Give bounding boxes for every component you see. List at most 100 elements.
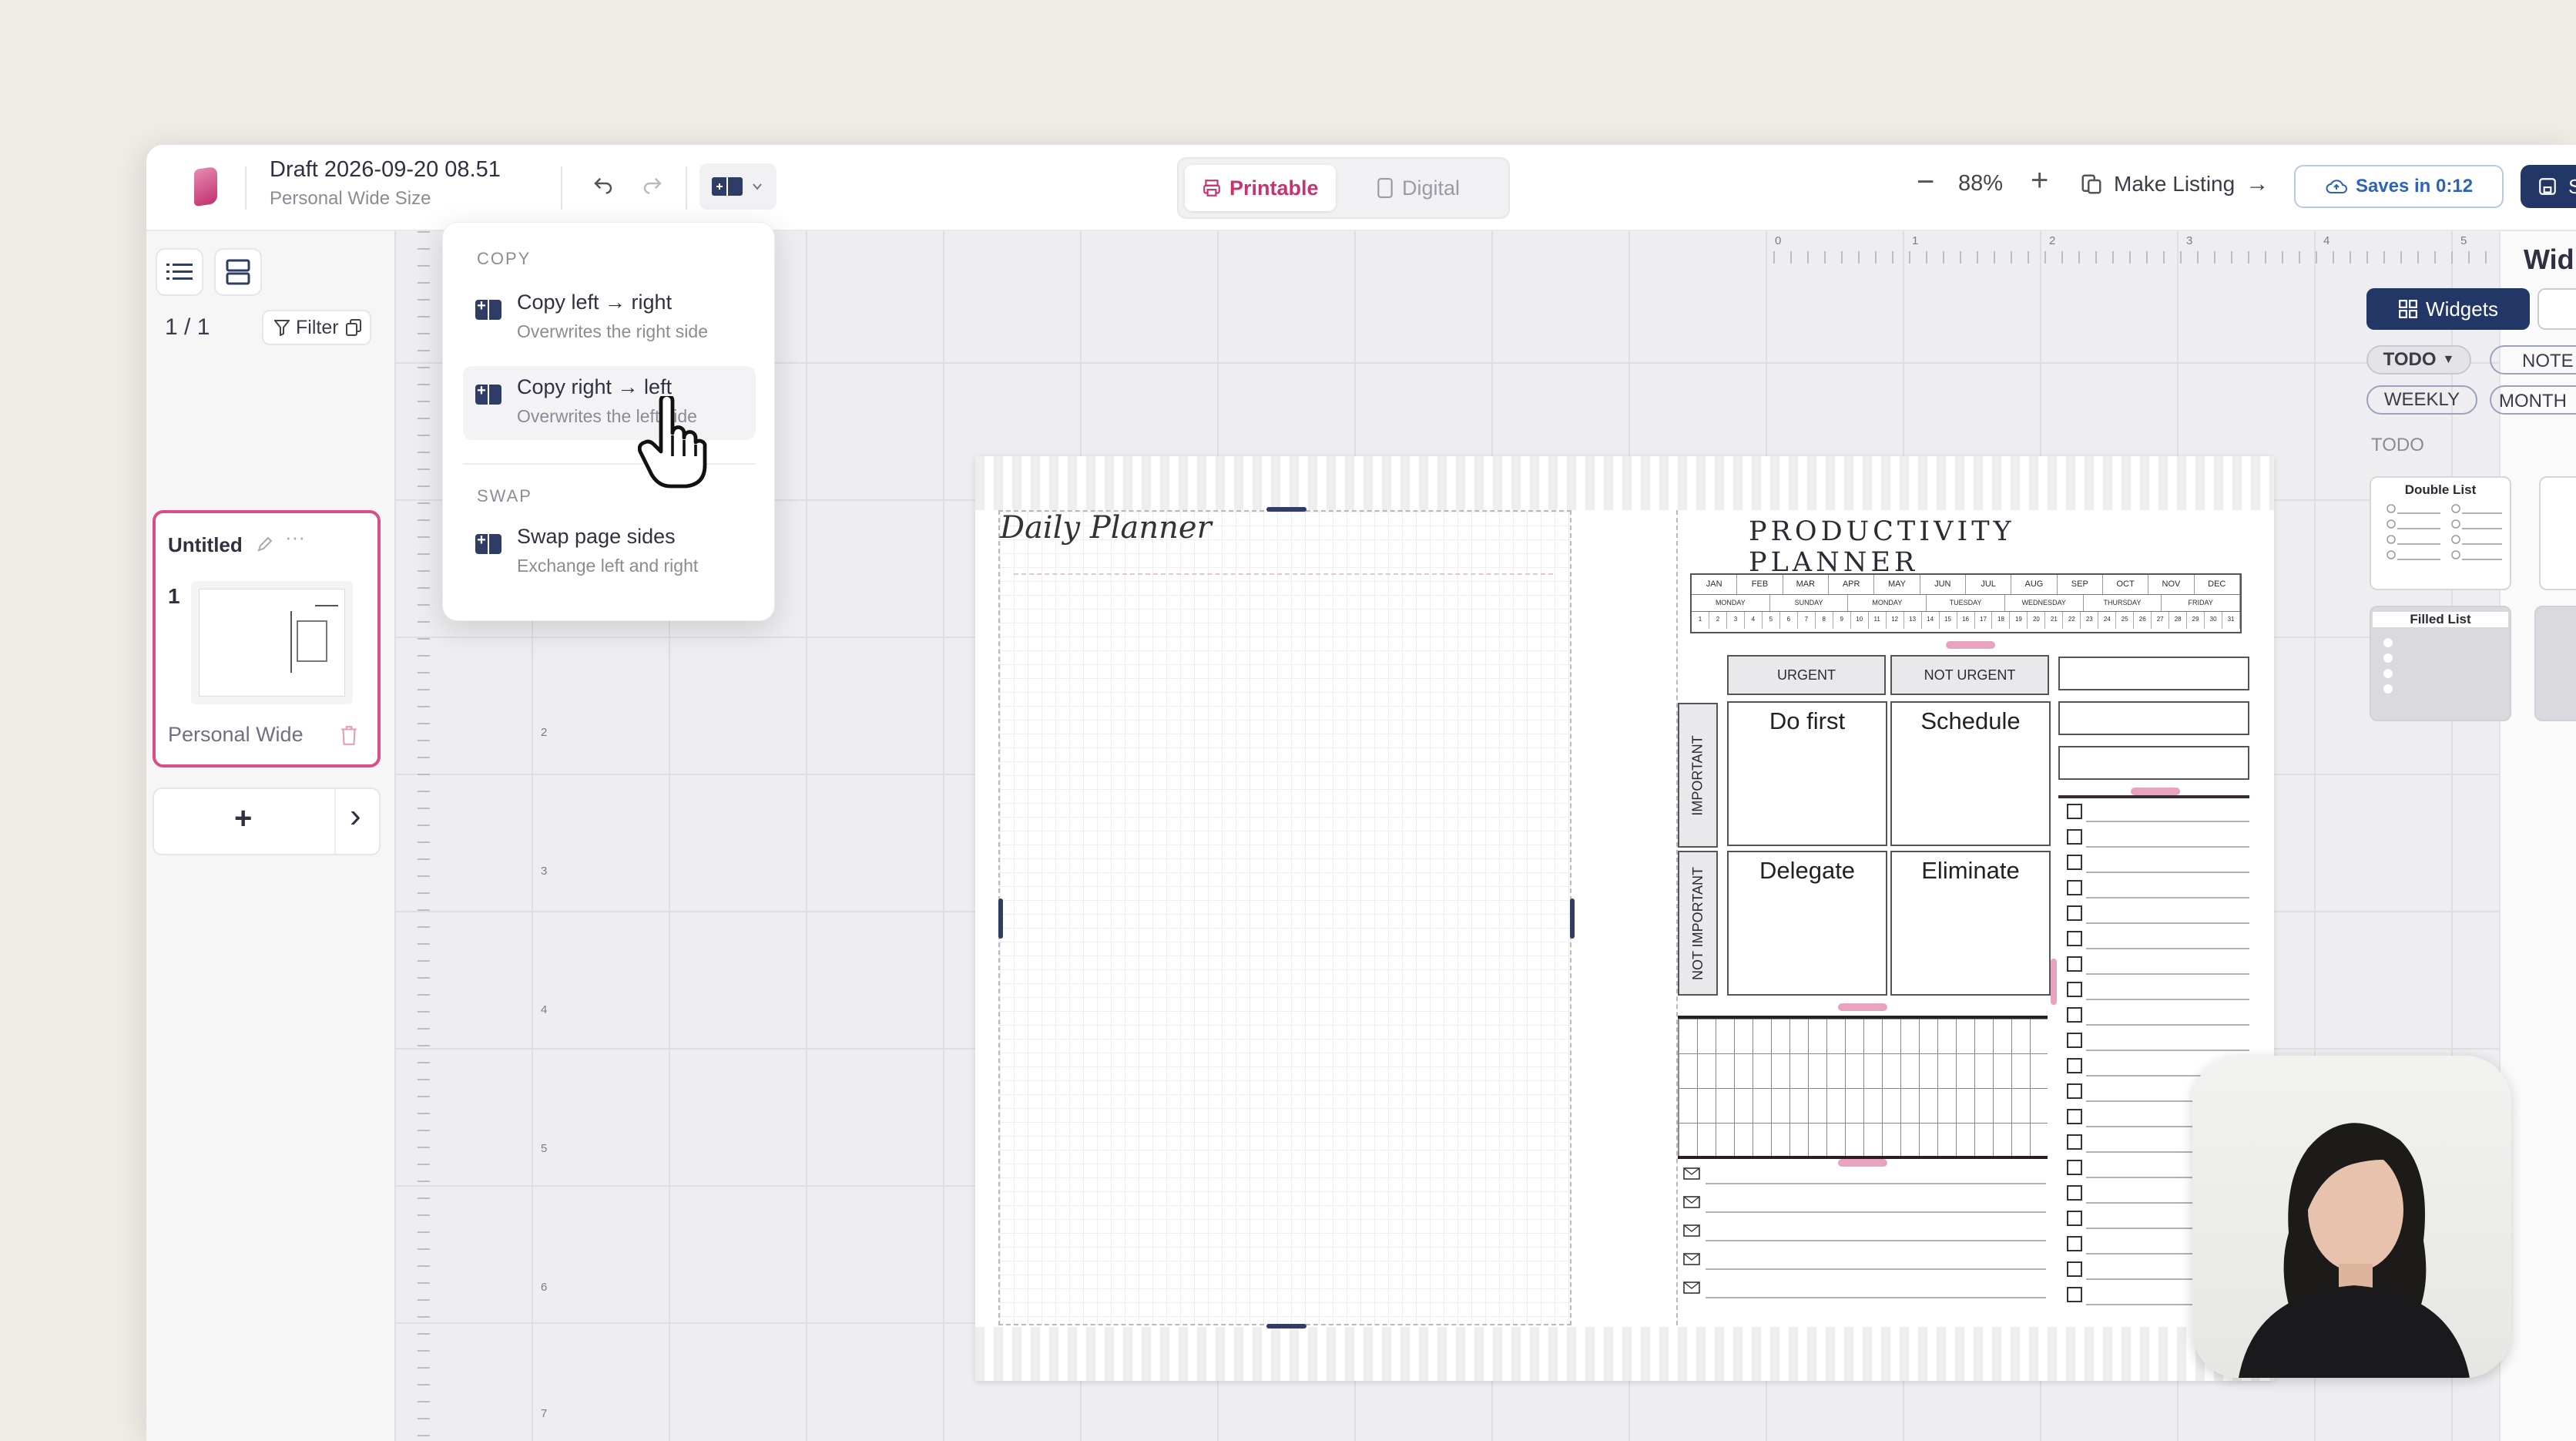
widget-card-double-list[interactable]: Double List [2370,476,2511,590]
text-box[interactable] [2058,657,2249,690]
quadrant-delegate[interactable]: Delegate [1727,851,1887,996]
save-button[interactable]: S [2521,165,2576,208]
daily-planner-title[interactable]: Daily Planner [1000,510,1212,546]
resize-handle-right[interactable] [1570,899,1575,939]
page-card[interactable]: Untitled ··· 1 Personal Wide [153,510,381,768]
checkbox[interactable] [2067,1033,2082,1048]
checkbox[interactable] [2067,880,2082,895]
resize-handle-top-left[interactable] [1266,507,1306,512]
checkbox[interactable] [2067,956,2082,972]
day-cell: 1 [1692,612,1709,629]
habit-grid[interactable] [1678,1019,2048,1157]
pink-handle-vertical[interactable] [2051,959,2057,1005]
zoom-out-button[interactable]: − [1917,165,1934,200]
zoom-in-button[interactable]: + [2031,163,2048,198]
checklist-rule [2058,795,2249,798]
left-page[interactable] [998,510,1571,1325]
checkbox[interactable] [2067,1007,2082,1023]
checkbox[interactable] [2067,1058,2082,1073]
checkbox[interactable] [2067,982,2082,997]
swap-page-sides-item[interactable]: Swap page sides Exchange left and right [463,516,756,590]
copy-left-to-right-item[interactable]: Copy left → right Overwrites the right s… [463,281,756,355]
document-title[interactable]: Draft 2026-09-20 08.51 [270,157,501,183]
add-page-button[interactable]: + [234,801,252,836]
chip-monthly[interactable]: MONTH [2490,385,2576,415]
not-urgent-header: NOT URGENT [1890,655,2049,695]
day-cell: 31 [2222,612,2241,629]
more-options-icon[interactable]: ··· [285,526,305,549]
autosave-status[interactable]: Saves in 0:12 [2294,165,2504,208]
make-listing-button[interactable]: Make Listing → [2080,171,2269,197]
pink-handle[interactable] [1838,1003,1887,1011]
quadrant-do-first[interactable]: Do first [1727,701,1887,846]
undo-button[interactable] [582,166,624,208]
page-thumbnail[interactable] [191,581,353,704]
day-cell: 11 [1869,612,1887,629]
swap-icon [475,532,501,554]
pink-handle[interactable] [2131,788,2180,795]
resize-handle-left[interactable] [998,899,1003,939]
checkbox[interactable] [2067,1236,2082,1251]
thumbnail-sheet [199,589,345,697]
redo-button[interactable] [632,166,673,208]
checkbox[interactable] [2067,905,2082,921]
chip-weekly[interactable]: WEEKLY [2366,385,2477,415]
text-box[interactable] [2058,746,2249,780]
day-cell: 24 [2098,612,2117,629]
widgets-icon [2399,300,2417,318]
weekday-cell: MONDAY [1692,595,1770,611]
checkbox[interactable] [2067,804,2082,819]
widget-card-partial[interactable] [2534,606,2576,721]
printable-mode-button[interactable]: Printable [1185,165,1336,211]
cloud-icon [2326,180,2347,193]
envelope-flap [1683,1281,1700,1289]
checkbox[interactable] [2067,1160,2082,1175]
menu-item-title: Copy left → right [517,291,673,314]
checkbox[interactable] [2067,1083,2082,1099]
widget-card-filled-list[interactable]: Filled List [2370,606,2511,721]
weekday-cell: SUNDAY [1770,595,1849,611]
mail-list[interactable] [1678,1164,2048,1310]
page-name[interactable]: Untitled [168,533,243,557]
checkbox[interactable] [2067,855,2082,870]
weekday-row: MONDAY SUNDAY MONDAY TUESDAY WEDNESDAY THURSD… [1692,595,2241,612]
month-cell: APR [1829,575,1875,594]
pink-handle[interactable] [1946,641,1995,649]
other-tab[interactable] [2537,288,2576,330]
widgets-tab[interactable]: Widgets [2366,288,2530,330]
printer-icon [1203,180,1220,196]
horizontal-ruler [1773,231,2497,270]
day-cell: 28 [2169,612,2188,629]
resize-handle-bottom-left[interactable] [1266,1324,1306,1328]
list-view-button[interactable] [156,248,203,296]
copy-right-to-left-item[interactable]: Copy right → left Overwrites the left si… [463,366,756,440]
checkbox[interactable] [2067,1109,2082,1124]
checkbox[interactable] [2067,931,2082,946]
checkbox[interactable] [2067,1211,2082,1226]
checkbox[interactable] [2067,1261,2082,1277]
edit-pencil-icon[interactable] [256,535,274,553]
spread-tools-button[interactable] [699,163,776,210]
grid-view-button[interactable] [214,248,262,296]
productivity-planner-title[interactable]: PRODUCTIVITY PLANNER [1749,516,2180,578]
filter-button[interactable]: Filter [262,310,371,345]
checkbox[interactable] [2067,1287,2082,1302]
envelope-flap [1683,1196,1700,1204]
day-cell: 27 [2152,612,2170,629]
widget-card-partial[interactable] [2539,476,2576,590]
next-page-button[interactable]: › [350,797,361,835]
trash-icon[interactable] [339,724,359,746]
calendar-strip[interactable]: JAN FEB MAR APR MAY JUN JUL AUG SEP OCT NOV DEC MON… [1690,573,2242,633]
quadrant-schedule[interactable]: Schedule [1890,701,2051,846]
quadrant-eliminate[interactable]: Eliminate [1890,851,2051,996]
chip-note[interactable]: NOTE [2490,345,2576,375]
checkbox[interactable] [2067,1134,2082,1150]
text-box[interactable] [2058,701,2249,735]
checkbox[interactable] [2067,1185,2082,1201]
checkbox[interactable] [2067,829,2082,845]
chip-todo[interactable]: TODO ▼ [2366,345,2471,375]
digital-mode-button[interactable]: Digital [1359,165,1477,211]
app-logo[interactable] [194,166,217,207]
month-cell: NOV [2148,575,2195,594]
urgent-header: URGENT [1727,655,1886,695]
